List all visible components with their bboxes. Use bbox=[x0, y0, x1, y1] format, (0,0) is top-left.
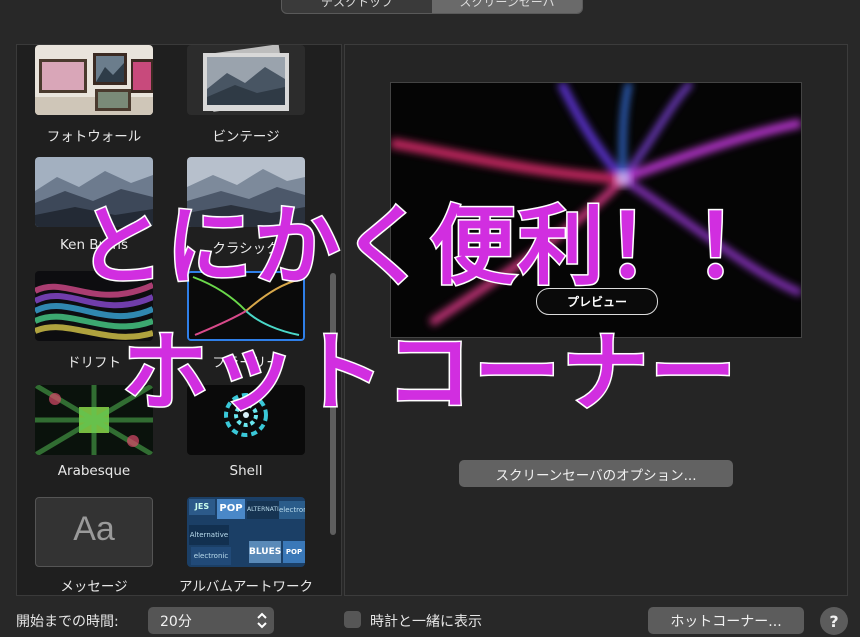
screensaver-label: Arabesque bbox=[57, 463, 131, 479]
overlay-headline-line2: ホットコーナー bbox=[121, 322, 738, 425]
start-time-value: 20分 bbox=[160, 613, 192, 630]
album-tile: electronic bbox=[279, 501, 305, 519]
tab-screensaver[interactable]: スクリーンセーバ bbox=[432, 0, 582, 13]
screensaver-label: メッセージ bbox=[60, 579, 128, 595]
photo-wall-thumbnail[interactable] bbox=[35, 45, 153, 115]
show-clock-checkbox[interactable] bbox=[344, 611, 361, 628]
start-time-label: 開始までの時間: bbox=[16, 614, 119, 630]
help-button[interactable]: ? bbox=[820, 607, 848, 635]
vintage-thumbnail[interactable] bbox=[187, 45, 305, 115]
album-tile: BLUES bbox=[249, 541, 281, 563]
album-tile: JES bbox=[189, 499, 215, 515]
album-tile: POP bbox=[283, 541, 305, 563]
screensaver-label: Shell bbox=[229, 463, 263, 479]
tab-desktop[interactable]: デスクトップ bbox=[282, 0, 432, 13]
overlay-headline-line1: とにかく便利！！ bbox=[77, 196, 782, 299]
album-tile: Alternative bbox=[189, 525, 229, 545]
start-time-select[interactable]: 20分 bbox=[148, 607, 274, 634]
album-tile: POP bbox=[217, 499, 245, 519]
message-thumbnail-text: Aa bbox=[73, 510, 115, 548]
screensaver-label: フォトウォール bbox=[46, 129, 142, 145]
album-artwork-thumbnail[interactable]: JES POP ALTERNATIVE electronic Alternati… bbox=[187, 497, 305, 567]
select-arrows-icon bbox=[257, 612, 267, 629]
screensaver-options-button[interactable]: スクリーンセーバのオプション... bbox=[459, 460, 733, 487]
album-tile: ALTERNATIVE bbox=[247, 501, 287, 519]
view-tabs: デスクトップ スクリーンセーバ bbox=[281, 0, 583, 14]
message-thumbnail[interactable]: Aa bbox=[35, 497, 153, 567]
show-clock-label: 時計と一緒に表示 bbox=[370, 614, 482, 630]
screensaver-label: アルバムアートワーク bbox=[178, 579, 314, 595]
hot-corners-button[interactable]: ホットコーナー... bbox=[648, 607, 804, 634]
screensaver-label: ビンテージ bbox=[212, 129, 280, 145]
album-tile: electronic bbox=[191, 547, 231, 565]
